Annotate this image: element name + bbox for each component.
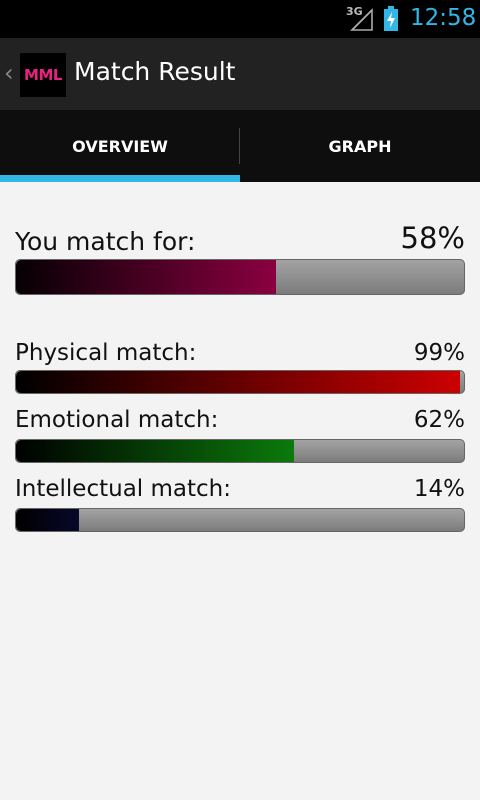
- overall-match-bar: [15, 259, 465, 295]
- tab-overview-label: OVERVIEW: [72, 136, 168, 156]
- emotional-match-bar-fill: [16, 440, 294, 462]
- app-logo[interactable]: MML: [20, 53, 66, 97]
- emotional-match-percent: 62%: [413, 407, 465, 433]
- intellectual-match-bar: [15, 508, 465, 532]
- clock: 12:58: [410, 5, 477, 31]
- tab-graph-label: GRAPH: [328, 136, 392, 156]
- overall-match-section: You match for: 58%: [15, 219, 465, 299]
- overall-match-percent: 58%: [400, 221, 465, 255]
- emotional-match-bar: [15, 439, 465, 463]
- physical-match-bar-fill: [16, 371, 460, 393]
- action-bar: ‹ MML Match Result: [0, 38, 480, 110]
- status-bar: 3G 12:58: [0, 0, 480, 38]
- physical-match-percent: 99%: [413, 340, 465, 366]
- physical-match-bar: [15, 370, 465, 394]
- tab-graph[interactable]: GRAPH: [240, 110, 480, 182]
- overall-match-label: You match for:: [15, 227, 196, 256]
- emotional-match-label: Emotional match:: [15, 407, 219, 433]
- overall-match-bar-fill: [16, 260, 276, 294]
- intellectual-match-label: Intellectual match:: [15, 476, 231, 502]
- tab-bar: OVERVIEW GRAPH: [0, 110, 480, 182]
- signal-strength-icon: [350, 8, 373, 31]
- page-title: Match Result: [74, 57, 236, 86]
- tab-overview[interactable]: OVERVIEW: [0, 110, 240, 182]
- intellectual-match-section: Intellectual match: 14%: [15, 476, 465, 536]
- physical-match-section: Physical match: 99%: [15, 338, 465, 398]
- back-chevron-icon[interactable]: ‹: [4, 58, 14, 88]
- intellectual-match-percent: 14%: [413, 476, 465, 502]
- app-logo-text: MML: [24, 66, 62, 84]
- battery-charging-icon: [384, 6, 398, 31]
- emotional-match-section: Emotional match: 62%: [15, 407, 465, 467]
- intellectual-match-bar-fill: [16, 509, 79, 531]
- physical-match-label: Physical match:: [15, 340, 197, 366]
